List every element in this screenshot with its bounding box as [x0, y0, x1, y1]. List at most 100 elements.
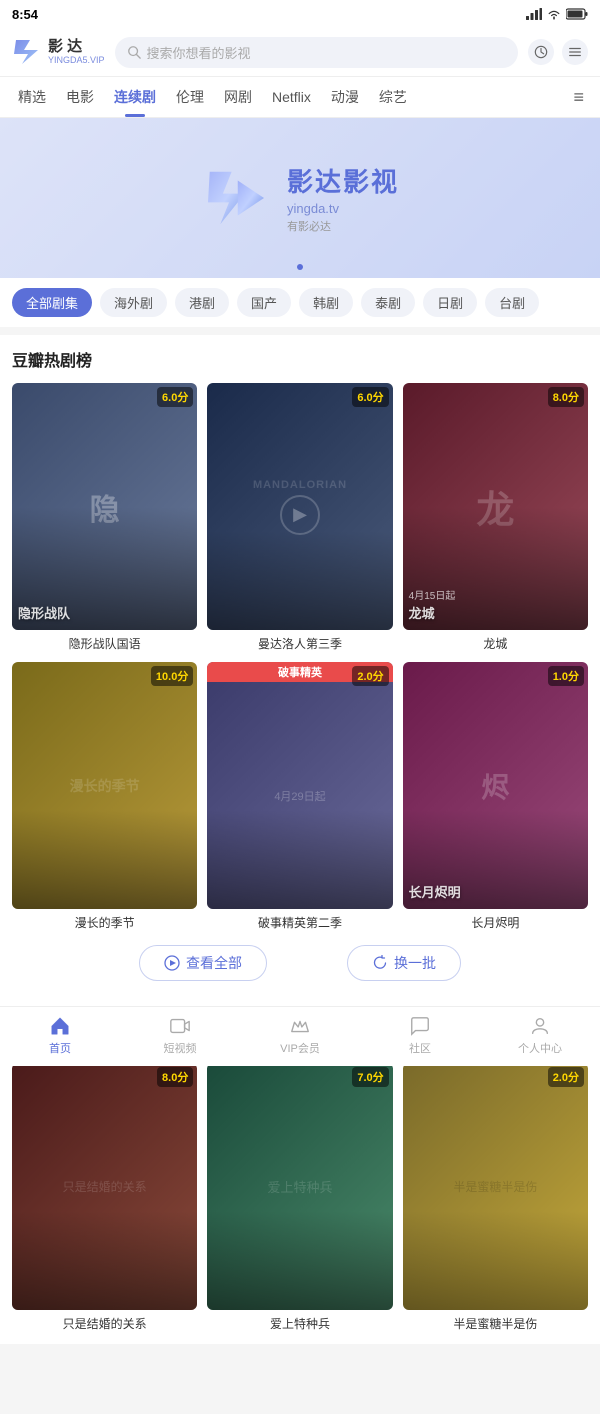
movie-score-2: 6.0分	[352, 387, 388, 407]
hot-movie-card-1[interactable]: 只是结婚的关系 8.0分 只是结婚的关系	[12, 1063, 197, 1332]
hot-movie-card-2[interactable]: 爱上特种兵 7.0分 爱上特种兵	[207, 1063, 392, 1332]
movie-card-6[interactable]: 烬 长月烬明 1.0分 长月烬明	[403, 662, 588, 931]
tab-lianxuju[interactable]: 连续剧	[104, 77, 166, 117]
movie-score-5: 2.0分	[352, 666, 388, 686]
play-circle-icon	[164, 955, 180, 971]
banner-text: 影达影视 yingda.tv 有影必达	[287, 162, 399, 234]
tab-jingxuan[interactable]: 精选	[8, 77, 56, 117]
movie-thumb-5: 破事精英 4月29日起 2.0分	[207, 662, 392, 909]
hot-movie-card-3[interactable]: 半是蜜糖半是伤 2.0分 半是蜜糖半是伤	[403, 1063, 588, 1332]
signal-icon	[526, 8, 542, 20]
movie-thumb-3: 龙 龙城 4月15日起 8.0分	[403, 383, 588, 630]
movie-title-6: 长月烬明	[403, 914, 588, 931]
view-all-label: 查看全部	[186, 953, 242, 973]
nav-profile-label: 个人中心	[518, 1040, 562, 1056]
filter-all[interactable]: 全部剧集	[12, 288, 92, 317]
status-icons	[526, 8, 588, 20]
wifi-icon	[546, 8, 562, 20]
tab-wangju[interactable]: 网剧	[214, 77, 262, 117]
community-icon	[409, 1015, 431, 1037]
movie-card-2[interactable]: MANDALORIAN ▶ 6.0分 曼达洛人第三季	[207, 383, 392, 652]
video-icon	[169, 1015, 191, 1037]
action-buttons: 查看全部 换一批	[12, 931, 588, 995]
hot-score-1: 8.0分	[157, 1067, 193, 1087]
movie-card-1[interactable]: 隐 隐形战队 6.0分 隐形战队国语	[12, 383, 197, 652]
app-header: 影 达 YINGDA5.VIP 搜索你想看的影视	[0, 28, 600, 77]
nav-profile[interactable]: 个人中心	[480, 1007, 600, 1066]
hot-movie-grid: 只是结婚的关系 8.0分 只是结婚的关系 爱上特种兵 7.0分 爱上特种兵	[12, 1063, 588, 1332]
battery-icon	[566, 8, 588, 20]
movie-title-2: 曼达洛人第三季	[207, 635, 392, 652]
view-all-button[interactable]: 查看全部	[139, 945, 267, 981]
nav-home-label: 首页	[49, 1040, 71, 1056]
banner-dot-1	[297, 264, 303, 270]
refresh-button[interactable]: 换一批	[347, 945, 461, 981]
bottom-nav: 首页 短视频 VIP会员 社区 个人中心	[0, 1006, 600, 1066]
logo-area: 影 达 YINGDA5.VIP	[12, 36, 105, 68]
movie-title-1: 隐形战队国语	[12, 635, 197, 652]
more-icon[interactable]: ≡	[565, 79, 592, 116]
banner-title: 影达影视	[287, 162, 399, 199]
filter-tw[interactable]: 台剧	[485, 288, 539, 317]
hot-score-3: 2.0分	[548, 1067, 584, 1087]
movie-title-3: 龙城	[403, 635, 588, 652]
banner-dots	[297, 264, 303, 270]
banner-content: 影达影视 yingda.tv 有影必达	[201, 162, 399, 234]
movie-score-4: 10.0分	[151, 666, 193, 686]
movie-thumb-1: 隐 隐形战队 6.0分	[12, 383, 197, 630]
home-icon	[49, 1015, 71, 1037]
movie-card-5[interactable]: 破事精英 4月29日起 2.0分 破事精英第二季	[207, 662, 392, 931]
search-bar[interactable]: 搜索你想看的影视	[115, 37, 518, 68]
nav-video[interactable]: 短视频	[120, 1007, 240, 1066]
filter-domestic[interactable]: 国产	[237, 288, 291, 317]
movie-score-6: 1.0分	[548, 666, 584, 686]
movie-title-5: 破事精英第二季	[207, 914, 392, 931]
logo-icon	[12, 36, 44, 68]
hot-thumb-1: 只是结婚的关系 8.0分	[12, 1063, 197, 1310]
nav-home[interactable]: 首页	[0, 1007, 120, 1066]
douban-section: 豆瓣热剧榜 隐 隐形战队 6.0分 隐形战队国语 MANDALORIA	[0, 335, 600, 1007]
movie-card-3[interactable]: 龙 龙城 4月15日起 8.0分 龙城	[403, 383, 588, 652]
nav-tabs: 精选 电影 连续剧 伦理 网剧 Netflix 动漫 综艺 ≡	[0, 77, 600, 118]
header-icons	[528, 39, 588, 65]
thumb-text-6: 长月烬明	[409, 882, 461, 901]
movie-card-4[interactable]: 漫长的季节 10.0分 漫长的季节	[12, 662, 197, 931]
logo-text: 影 达 YINGDA5.VIP	[48, 39, 105, 66]
tab-zongyi[interactable]: 综艺	[369, 77, 417, 117]
movie-score-3: 8.0分	[548, 387, 584, 407]
hot-title-1: 只是结婚的关系	[12, 1315, 197, 1332]
search-icon	[127, 45, 141, 59]
search-placeholder: 搜索你想看的影视	[147, 43, 251, 62]
movie-score-1: 6.0分	[157, 387, 193, 407]
nav-community[interactable]: 社区	[360, 1007, 480, 1066]
status-bar: 8:54	[0, 0, 600, 28]
tab-netflix[interactable]: Netflix	[262, 79, 321, 115]
banner-logo-icon	[201, 163, 271, 233]
nav-vip[interactable]: VIP会员	[240, 1007, 360, 1066]
logo-sub: YINGDA5.VIP	[48, 55, 105, 65]
banner[interactable]: 影达影视 yingda.tv 有影必达	[0, 118, 600, 278]
douban-movie-grid: 隐 隐形战队 6.0分 隐形战队国语 MANDALORIAN ▶	[12, 383, 588, 931]
filter-overseas[interactable]: 海外剧	[100, 288, 167, 317]
nav-video-label: 短视频	[164, 1040, 197, 1056]
refresh-label: 换一批	[394, 953, 436, 973]
hot-thumb-3: 半是蜜糖半是伤 2.0分	[403, 1063, 588, 1310]
history-icon[interactable]	[528, 39, 554, 65]
tab-lunli[interactable]: 伦理	[166, 77, 214, 117]
movie-thumb-4: 漫长的季节 10.0分	[12, 662, 197, 909]
profile-icon	[529, 1015, 551, 1037]
filter-korean[interactable]: 韩剧	[299, 288, 353, 317]
filter-tags: 全部剧集 海外剧 港剧 国产 韩剧 泰剧 日剧 台剧	[0, 278, 600, 327]
filter-thai[interactable]: 泰剧	[361, 288, 415, 317]
movie-thumb-2: MANDALORIAN ▶ 6.0分	[207, 383, 392, 630]
hot-title-3: 半是蜜糖半是伤	[403, 1315, 588, 1332]
hot-thumb-2: 爱上特种兵 7.0分	[207, 1063, 392, 1310]
filter-japanese[interactable]: 日剧	[423, 288, 477, 317]
tab-dongman[interactable]: 动漫	[321, 77, 369, 117]
refresh-icon	[372, 955, 388, 971]
movie-thumb-6: 烬 长月烬明 1.0分	[403, 662, 588, 909]
tab-dianying[interactable]: 电影	[56, 77, 104, 117]
menu-icon[interactable]	[562, 39, 588, 65]
filter-hk[interactable]: 港剧	[175, 288, 229, 317]
douban-section-title: 豆瓣热剧榜	[12, 347, 588, 371]
